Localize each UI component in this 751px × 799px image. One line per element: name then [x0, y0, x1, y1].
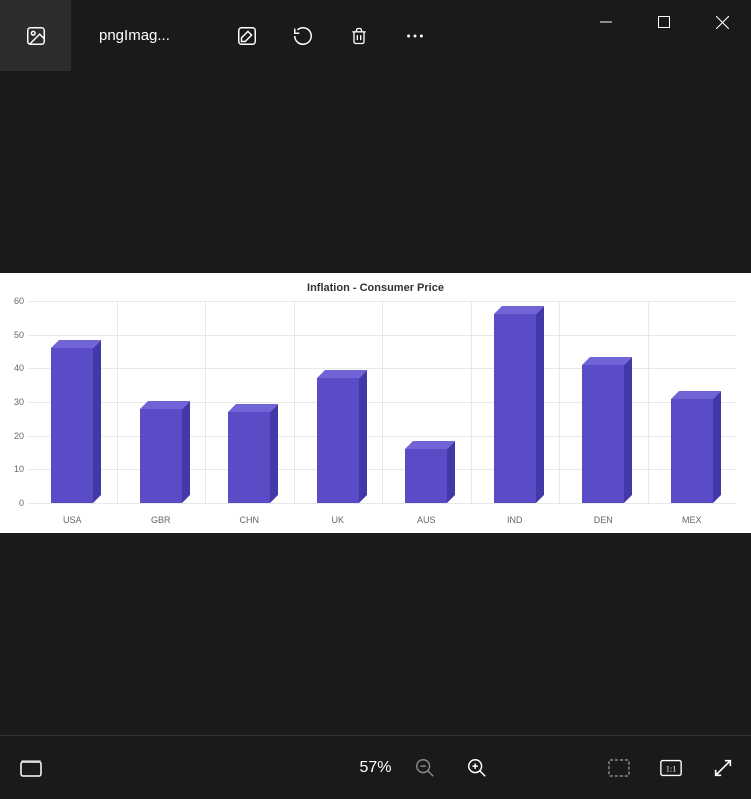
- edit-image-icon: [236, 25, 258, 47]
- svg-text:1:1: 1:1: [666, 764, 677, 773]
- gallery-icon: [19, 758, 43, 778]
- chart-title: Inflation - Consumer Price: [0, 273, 751, 294]
- x-tick-label: AUS: [417, 503, 436, 525]
- fullscreen-button[interactable]: [711, 756, 735, 780]
- y-tick-label: 20: [14, 431, 28, 441]
- zoom-in-button[interactable]: [465, 756, 489, 780]
- x-tick-label: MEX: [682, 503, 702, 525]
- bottombar: 57% 1:1: [0, 735, 751, 799]
- maximize-button[interactable]: [635, 0, 693, 44]
- close-icon: [716, 16, 729, 29]
- delete-button[interactable]: [347, 24, 371, 48]
- chart-plot-area: 0102030405060USAGBRCHNUKAUSINDDENMEX: [28, 301, 736, 503]
- close-button[interactable]: [693, 0, 751, 44]
- edit-image-button[interactable]: [235, 24, 259, 48]
- y-tick-label: 10: [14, 464, 28, 474]
- toolbar: [235, 24, 427, 48]
- maximize-icon: [658, 16, 670, 28]
- x-tick-label: GBR: [151, 503, 171, 525]
- filename: pngImag...: [99, 27, 189, 44]
- fullscreen-icon: [712, 757, 734, 779]
- y-tick-label: 30: [14, 397, 28, 407]
- zoom-in-icon: [466, 757, 488, 779]
- y-tick-label: 0: [19, 498, 28, 508]
- fit-to-screen-button[interactable]: [607, 756, 631, 780]
- actual-size-icon: 1:1: [659, 758, 683, 778]
- zoom-out-button[interactable]: [413, 756, 437, 780]
- actual-size-button[interactable]: 1:1: [659, 756, 683, 780]
- gallery-button[interactable]: [18, 755, 44, 781]
- grid-line-vertical: [117, 301, 118, 503]
- grid-line-vertical: [205, 301, 206, 503]
- app-icon[interactable]: [0, 0, 71, 71]
- zoom-level: 57%: [359, 759, 391, 777]
- chart-image: Inflation - Consumer Price 0102030405060…: [0, 273, 751, 533]
- x-tick-label: USA: [63, 503, 82, 525]
- rotate-button[interactable]: [291, 24, 315, 48]
- trash-icon: [349, 25, 369, 47]
- zoom-out-icon: [414, 757, 436, 779]
- rotate-icon: [292, 25, 314, 47]
- minimize-button[interactable]: [577, 0, 635, 44]
- more-button[interactable]: [403, 24, 427, 48]
- view-controls: 1:1: [607, 756, 735, 780]
- zoom-controls: [413, 756, 489, 780]
- x-tick-label: IND: [507, 503, 523, 525]
- window-controls: [577, 0, 751, 44]
- fit-screen-icon: [607, 758, 631, 778]
- minimize-icon: [600, 16, 612, 28]
- y-tick-label: 50: [14, 330, 28, 340]
- titlebar: pngImag...: [0, 0, 751, 71]
- grid-line-vertical: [471, 301, 472, 503]
- grid-line-vertical: [382, 301, 383, 503]
- image-icon: [25, 25, 47, 47]
- more-horizontal-icon: [404, 25, 426, 47]
- image-viewport[interactable]: Inflation - Consumer Price 0102030405060…: [0, 71, 751, 735]
- x-tick-label: DEN: [594, 503, 613, 525]
- grid-line-vertical: [559, 301, 560, 503]
- grid-line: [28, 503, 736, 504]
- grid-line-vertical: [648, 301, 649, 503]
- y-tick-label: 40: [14, 363, 28, 373]
- grid-line-vertical: [294, 301, 295, 503]
- x-tick-label: CHN: [240, 503, 260, 525]
- y-tick-label: 60: [14, 296, 28, 306]
- x-tick-label: UK: [331, 503, 344, 525]
